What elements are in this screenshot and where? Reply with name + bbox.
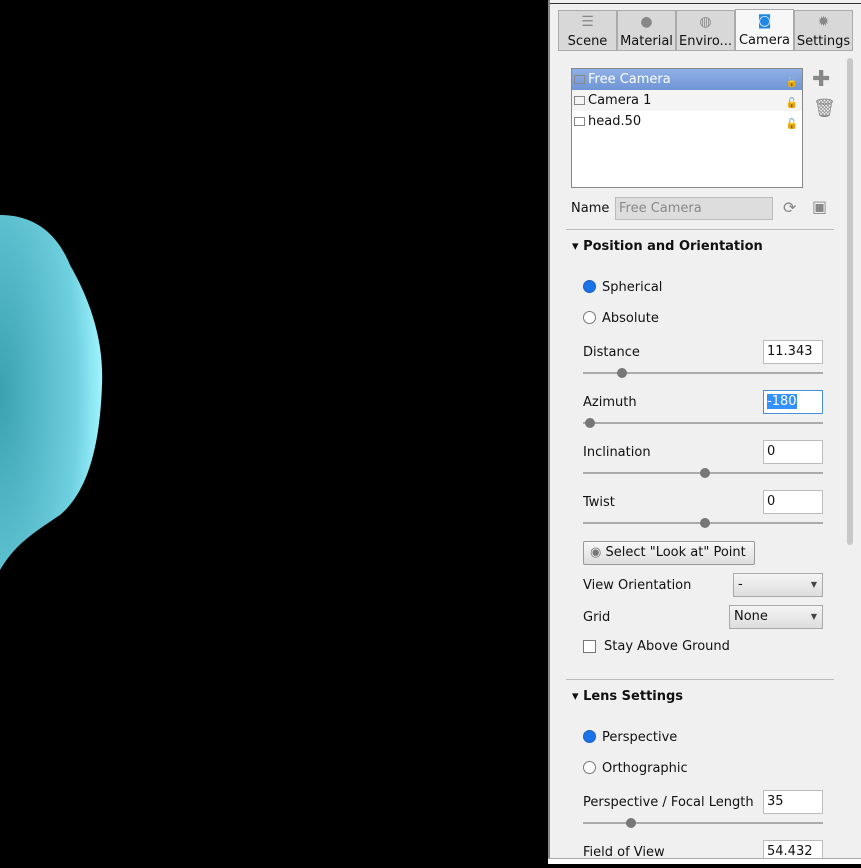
tab-environment[interactable]: ◍ Enviro... bbox=[676, 10, 735, 51]
trash-icon[interactable]: 🗑 bbox=[813, 98, 836, 119]
slider-handle[interactable] bbox=[700, 468, 710, 478]
tab-scene[interactable]: ☰ Scene bbox=[558, 10, 617, 51]
spherical-label: Spherical bbox=[602, 280, 663, 295]
orthographic-label: Orthographic bbox=[602, 761, 688, 776]
focal-length-slider[interactable] bbox=[583, 818, 823, 828]
perspective-label: Perspective bbox=[602, 730, 678, 745]
twist-field[interactable]: 0 bbox=[763, 490, 823, 514]
properties-panel: ☰ Scene ● Material ◍ Enviro... ◙ Camera ✹ Set… bbox=[548, 0, 861, 860]
camera-icon: ◙ bbox=[757, 13, 772, 29]
sphere-icon: ● bbox=[640, 14, 653, 30]
inclination-label: Inclination bbox=[583, 445, 651, 460]
chevron-down-icon: ▼ bbox=[810, 612, 817, 621]
gear-icon: ✹ bbox=[817, 14, 830, 30]
stay-above-ground-checkbox[interactable] bbox=[583, 640, 596, 653]
absolute-radio[interactable] bbox=[583, 311, 596, 324]
distance-slider[interactable] bbox=[583, 368, 823, 378]
perspective-radio[interactable] bbox=[583, 730, 596, 743]
globe-icon: ◍ bbox=[699, 14, 712, 30]
orthographic-radio[interactable] bbox=[583, 761, 596, 774]
camera-list[interactable]: Free Camera 🔓 Camera 1 🔓 head.50 🔓 bbox=[571, 68, 803, 188]
slider-handle[interactable] bbox=[585, 418, 595, 428]
azimuth-slider[interactable] bbox=[583, 418, 823, 428]
position-section-header[interactable]: ▾ Position and Orientation bbox=[572, 239, 763, 254]
lock-icon[interactable]: 🔓 bbox=[786, 114, 798, 135]
slider-handle[interactable] bbox=[700, 518, 710, 528]
refresh-icon[interactable]: ⟳ bbox=[783, 198, 796, 217]
twist-label: Twist bbox=[583, 495, 615, 510]
add-camera-icon[interactable]: ✚ bbox=[812, 67, 830, 92]
3d-viewport[interactable] bbox=[0, 0, 548, 864]
list-item[interactable]: head.50 🔓 bbox=[572, 111, 802, 132]
grid-select[interactable]: None ▼ bbox=[729, 605, 823, 629]
list-icon: ☰ bbox=[581, 14, 594, 30]
lens-section-header[interactable]: ▾ Lens Settings bbox=[572, 689, 683, 704]
eye-icon: ◉ bbox=[590, 545, 602, 560]
spherical-radio[interactable] bbox=[583, 280, 596, 293]
scrollbar[interactable] bbox=[847, 58, 853, 545]
distance-label: Distance bbox=[583, 345, 640, 360]
panel-bottom-edge bbox=[548, 858, 861, 864]
tab-material[interactable]: ● Material bbox=[617, 10, 676, 51]
look-at-button[interactable]: ◉ Select "Look at" Point bbox=[583, 541, 755, 565]
name-label: Name bbox=[571, 201, 610, 216]
slider-handle[interactable] bbox=[626, 818, 637, 828]
slider-handle[interactable] bbox=[617, 368, 628, 378]
stay-above-ground-label: Stay Above Ground bbox=[604, 639, 730, 654]
view-orientation-select[interactable]: - ▼ bbox=[733, 573, 823, 597]
absolute-label: Absolute bbox=[602, 311, 659, 326]
azimuth-label: Azimuth bbox=[583, 395, 637, 410]
twist-slider[interactable] bbox=[583, 518, 823, 528]
azimuth-value: -180 bbox=[767, 394, 797, 409]
tab-settings[interactable]: ✹ Settings bbox=[794, 10, 853, 51]
inclination-slider[interactable] bbox=[583, 468, 823, 478]
view-orientation-label: View Orientation bbox=[583, 578, 692, 593]
focal-length-field[interactable]: 35 bbox=[763, 790, 823, 814]
chevron-down-icon: ▼ bbox=[810, 580, 817, 589]
list-item[interactable]: Camera 1 🔓 bbox=[572, 90, 802, 111]
name-field[interactable]: Free Camera bbox=[615, 197, 773, 220]
focal-length-label: Perspective / Focal Length bbox=[583, 795, 754, 810]
azimuth-field[interactable]: -180 bbox=[763, 390, 823, 414]
tab-camera[interactable]: ◙ Camera bbox=[735, 9, 794, 51]
inclination-field[interactable]: 0 bbox=[763, 440, 823, 464]
save-icon[interactable]: ▣ bbox=[812, 197, 827, 216]
list-item[interactable]: Free Camera 🔓 bbox=[572, 69, 802, 90]
grid-label: Grid bbox=[583, 610, 611, 625]
camera-icon bbox=[574, 96, 585, 105]
rendered-object bbox=[0, 215, 103, 570]
camera-icon bbox=[574, 75, 585, 84]
camera-icon bbox=[574, 117, 585, 126]
distance-field[interactable]: 11.343 bbox=[763, 340, 823, 364]
fov-field[interactable]: 54.432 bbox=[763, 840, 823, 860]
